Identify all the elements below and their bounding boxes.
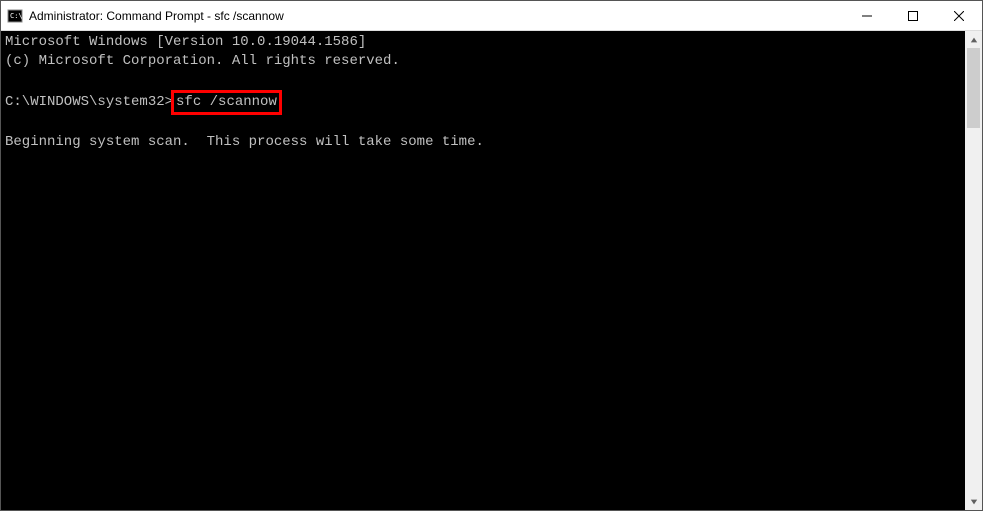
terminal-line: Beginning system scan. This process will… [5,133,961,152]
maximize-button[interactable] [890,1,936,30]
scroll-down-button[interactable] [965,493,982,510]
window-controls [844,1,982,30]
prompt-text: C:\WINDOWS\system32> [5,94,173,110]
terminal-line [5,71,961,90]
close-button[interactable] [936,1,982,30]
scroll-track[interactable] [965,48,982,493]
command-text: sfc /scannow [176,94,277,110]
vertical-scrollbar[interactable] [965,31,982,510]
command-prompt-window: C:\ Administrator: Command Prompt - sfc … [0,0,983,511]
terminal-line: (c) Microsoft Corporation. All rights re… [5,52,961,71]
command-highlight: sfc /scannow [171,90,282,115]
app-icon: C:\ [7,8,23,24]
window-title: Administrator: Command Prompt - sfc /sca… [29,9,844,23]
scroll-up-button[interactable] [965,31,982,48]
terminal-line: Microsoft Windows [Version 10.0.19044.15… [5,33,961,52]
minimize-button[interactable] [844,1,890,30]
terminal-output[interactable]: Microsoft Windows [Version 10.0.19044.15… [1,31,965,510]
scroll-thumb[interactable] [967,48,980,128]
svg-text:C:\: C:\ [10,12,23,20]
titlebar[interactable]: C:\ Administrator: Command Prompt - sfc … [1,1,982,31]
terminal-line [5,115,961,134]
terminal-prompt-line: C:\WINDOWS\system32>sfc /scannow [5,90,961,115]
content-area: Microsoft Windows [Version 10.0.19044.15… [1,31,982,510]
